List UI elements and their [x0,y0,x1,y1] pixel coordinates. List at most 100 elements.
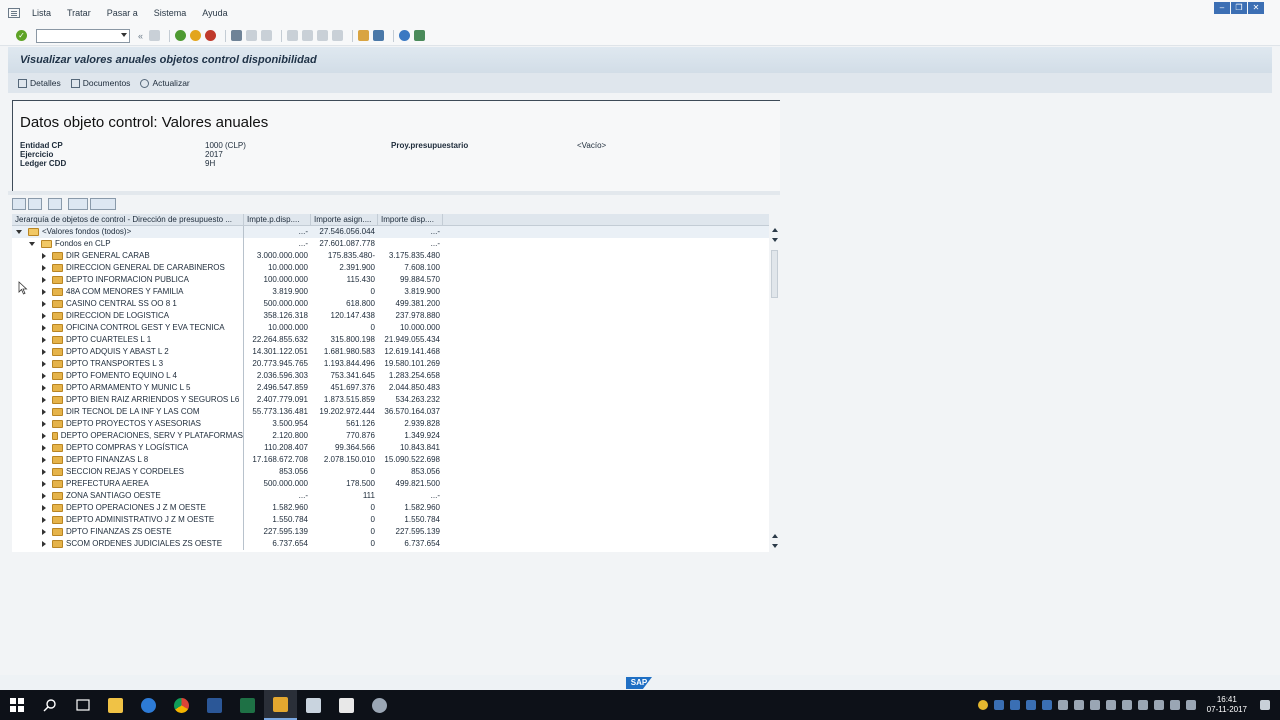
table-row[interactable]: 48A COM MENORES Y FAMILIA 3.819.900 0 3.819… [12,286,769,298]
table-row[interactable]: CASINO CENTRAL SS OO 8 1 500.000.000 618.8… [12,298,769,310]
expand-icon[interactable] [42,349,46,355]
help-icon[interactable] [977,700,988,710]
column-header-hierarchy[interactable]: Jerarquía de objetos de control - Direcc… [12,214,244,226]
menu-lista[interactable]: Lista [32,8,51,18]
usb-icon[interactable] [1089,700,1100,710]
app-tray-icon[interactable] [993,700,1004,710]
expand-icon[interactable] [42,361,46,367]
table-row[interactable]: DEPTO OPERACIONES J Z M OESTE 1.582.960 0 1… [12,502,769,514]
bluetooth-icon[interactable] [1073,700,1084,710]
expand-icon[interactable] [42,277,46,283]
expand-icon[interactable] [42,469,46,475]
search-button[interactable] [33,690,66,720]
app-tray-icon[interactable] [1025,700,1036,710]
column-header-impte-p-disp[interactable]: Impte.p.disp.... [244,214,311,226]
table-row[interactable]: OFICINA CONTROL GEST Y EVA TECNICA 10.000… [12,322,769,334]
page-down-icon[interactable] [772,544,778,548]
vertical-scrollbar[interactable] [770,226,780,552]
splitter[interactable] [8,191,780,195]
app-tray-icon[interactable] [1041,700,1052,710]
table-row[interactable]: SECCION REJAS Y CORDELES 853.056 0 853.056 [12,466,769,478]
table-row[interactable]: DEPTO PROYECTOS Y ASESORIAS 3.500.954 561.… [12,418,769,430]
table-row[interactable]: DPTO TRANSPORTES L 3 20.773.945.765 1.193.… [12,358,769,370]
details-button[interactable]: Detalles [18,78,61,88]
expand-icon[interactable] [42,505,46,511]
expand-icon[interactable] [42,433,46,439]
expand-icon[interactable] [42,313,46,319]
table-row[interactable]: DPTO FINANZAS ZS OESTE 227.595.139 0 227.59… [12,526,769,538]
exit-icon[interactable] [190,30,202,41]
table-row[interactable]: SCOM ORDENES JUDICIALES ZS OESTE 6.737.65… [12,538,769,550]
excel-button[interactable] [231,690,264,720]
table-row[interactable]: DEPTO INFORMACION PUBLICA 100.000.000 115.… [12,274,769,286]
menu-sistema[interactable]: Sistema [154,8,187,18]
help-icon[interactable] [399,30,411,41]
expand-icon[interactable] [42,529,46,535]
customize-layout-icon[interactable] [414,30,426,41]
table-row-group[interactable]: Fondos en CLP ...- 27.601.087.778 ...- [12,238,769,250]
table-row[interactable]: DIR TECNOL DE LA INF Y LAS COM 55.773.136… [12,406,769,418]
table-row[interactable]: PREFECTURA AEREA 500.000.000 178.500 499.82… [12,478,769,490]
word-button[interactable] [198,690,231,720]
expand-icon[interactable] [42,289,46,295]
previous-page-icon[interactable] [302,30,314,41]
menu-ayuda[interactable]: Ayuda [202,8,227,18]
scroll-up-icon[interactable] [772,228,778,232]
scroll-down-icon[interactable] [772,238,778,242]
expand-icon[interactable] [42,397,46,403]
start-button[interactable] [0,690,33,720]
table-row[interactable]: DIRECCION GENERAL DE CARABINEROS 10.000.0… [12,262,769,274]
expand-icon[interactable] [42,265,46,271]
expand-icon[interactable] [42,421,46,427]
task-view-button[interactable] [66,690,99,720]
save-icon[interactable] [149,30,161,41]
battery-icon[interactable] [1121,700,1132,710]
table-row[interactable]: ZONA SANTIAGO OESTE ...- 111 ...- [12,490,769,502]
layout-menu-icon[interactable] [90,198,116,210]
next-page-icon[interactable] [317,30,329,41]
shield-icon[interactable] [1137,700,1148,710]
expand-icon[interactable] [42,301,46,307]
menu-pasar-a[interactable]: Pasar a [107,8,138,18]
table-row[interactable]: DIR GENERAL CARAB 3.000.000.000 175.835.48… [12,250,769,262]
media-button[interactable] [330,690,363,720]
collapse-icon[interactable] [29,242,35,246]
restore-icon[interactable]: ❐ [1231,2,1247,14]
column-header-importe-asign[interactable]: Importe asign.... [311,214,378,226]
table-row[interactable]: DEPTO OPERACIONES, SERV Y PLATAFORMAS 2.1… [12,430,769,442]
print-menu-icon[interactable] [68,198,88,210]
expand-icon[interactable] [42,493,46,499]
find-icon[interactable] [48,198,62,210]
expand-icon[interactable] [42,385,46,391]
find-icon[interactable] [246,30,258,41]
print-icon[interactable] [231,30,243,41]
system-menu-icon[interactable] [8,8,20,18]
command-field[interactable] [36,28,130,43]
notifications-icon[interactable] [1260,700,1270,710]
table-row-root[interactable]: <Valores fondos (todos)> ...- 27.546.056… [12,226,769,238]
table-row[interactable]: DIRECCION DE LOGISTICA 358.126.318 120.147… [12,310,769,322]
back-icon[interactable] [175,30,187,41]
page-up-icon[interactable] [772,534,778,538]
sap-gui-button[interactable] [297,690,330,720]
expand-all-icon[interactable] [12,198,26,210]
expand-icon[interactable] [42,325,46,331]
cloud-icon[interactable] [1169,700,1180,710]
expand-icon[interactable] [42,337,46,343]
shortcut-icon[interactable] [373,30,385,41]
sap-logon-button[interactable] [264,690,297,720]
expand-icon[interactable] [42,445,46,451]
close-icon[interactable]: ✕ [1248,2,1264,14]
column-header-importe-disp[interactable]: Importe disp.... [378,214,443,226]
expand-icon[interactable] [42,517,46,523]
taskbar-clock[interactable]: 16:41 07-11-2017 [1207,695,1247,715]
edge-button[interactable] [132,690,165,720]
last-page-icon[interactable] [332,30,344,41]
file-explorer-button[interactable] [99,690,132,720]
chrome-button[interactable] [165,690,198,720]
scroll-thumb[interactable] [771,250,778,298]
table-row[interactable]: DPTO FOMENTO EQUINO L 4 2.036.596.303 753.… [12,370,769,382]
find-next-icon[interactable] [261,30,273,41]
volume-icon[interactable] [1105,700,1116,710]
expand-icon[interactable] [42,409,46,415]
